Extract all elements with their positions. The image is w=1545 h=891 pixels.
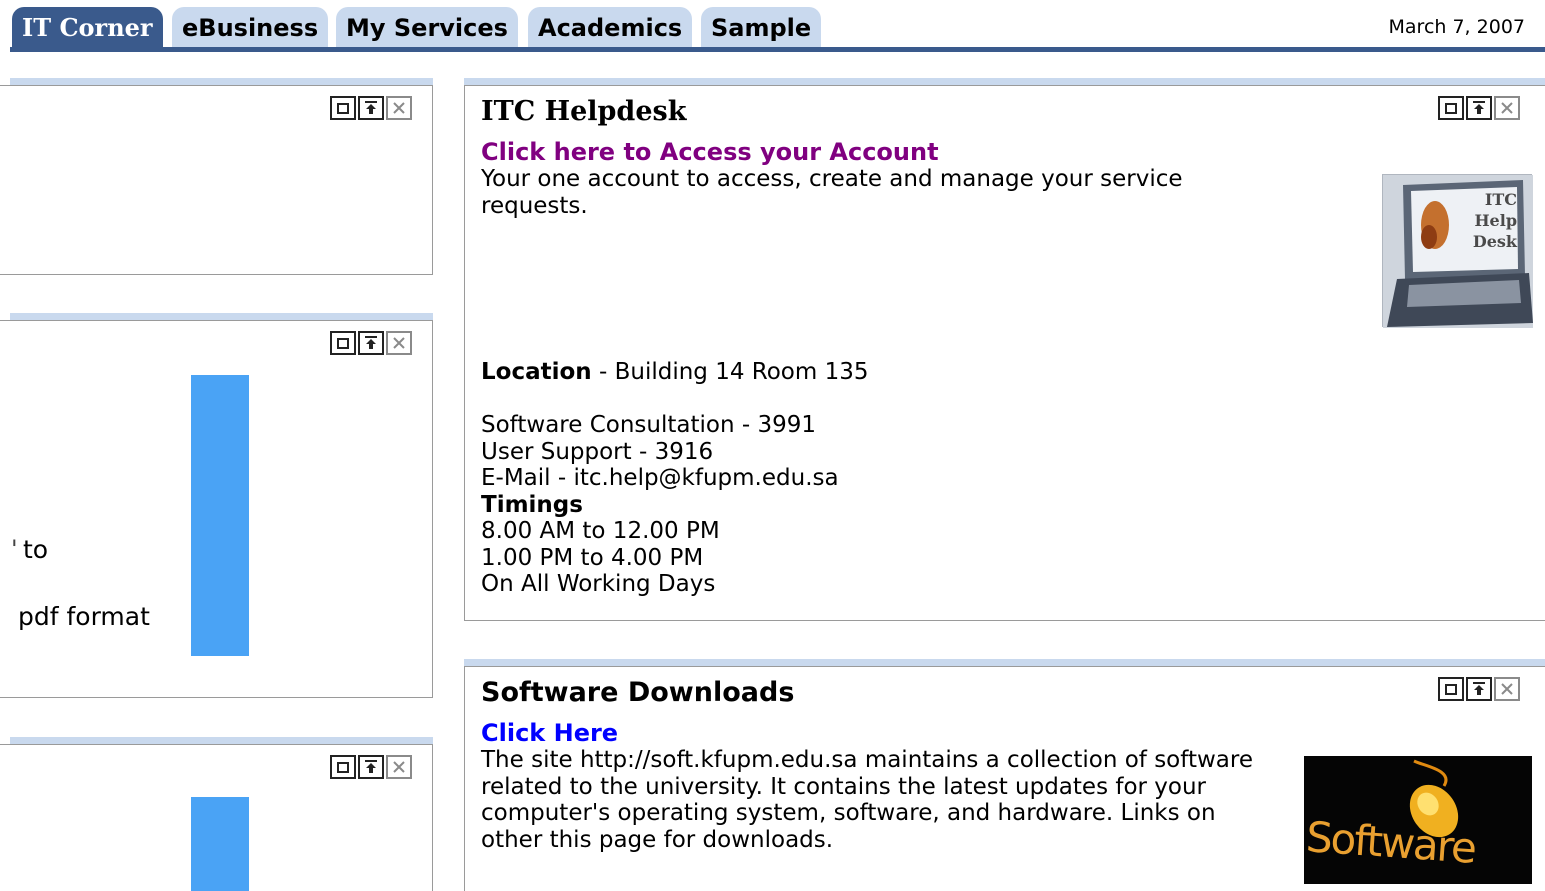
- portlet-controls: [330, 755, 412, 779]
- tab-academics[interactable]: Academics: [528, 7, 693, 49]
- text-mark: ': [11, 535, 18, 563]
- location-label: Location: [481, 359, 592, 385]
- scroll-bar-graphic: [191, 375, 249, 656]
- click-here-link[interactable]: Click Here: [481, 719, 618, 747]
- current-date: March 7, 2007: [1388, 16, 1525, 38]
- minimize-icon[interactable]: [358, 331, 384, 355]
- portlet-controls: [330, 96, 412, 120]
- timing-item: 1.00 PM to 4.00 PM: [481, 544, 704, 571]
- maximize-icon[interactable]: [330, 96, 356, 120]
- tab-sample[interactable]: Sample: [701, 7, 822, 49]
- portlet-controls: [330, 331, 412, 355]
- portlet-header-bar: [10, 313, 433, 320]
- minimize-icon[interactable]: [358, 96, 384, 120]
- text-fragment: pdf format: [18, 602, 150, 631]
- maximize-icon[interactable]: [1438, 677, 1464, 701]
- portlet-title: ITC Helpdesk: [481, 96, 687, 127]
- timing-item: 8.00 AM to 12.00 PM: [481, 518, 720, 544]
- image-caption: ITC Help Desk: [1472, 190, 1517, 251]
- maximize-icon[interactable]: [1438, 96, 1464, 120]
- tab-it-corner[interactable]: IT Corner: [12, 7, 163, 49]
- left-portlet-2: ' to pdf format: [0, 320, 433, 698]
- maximize-icon[interactable]: [330, 331, 356, 355]
- close-icon[interactable]: [1494, 677, 1520, 701]
- contact-item: Software Consultation - 3991: [481, 412, 816, 438]
- tab-ebusiness[interactable]: eBusiness: [172, 7, 329, 49]
- helpdesk-description: Your one account to access, create and m…: [481, 166, 1183, 219]
- tab-my-services[interactable]: My Services: [336, 7, 518, 49]
- helpdesk-laptop-image: ITC Help Desk: [1382, 174, 1533, 328]
- minimize-icon[interactable]: [358, 755, 384, 779]
- portlet-controls: [1438, 677, 1520, 701]
- location-line: Location - Building 14 Room 135: [481, 359, 869, 386]
- text-fragment: to: [23, 535, 49, 564]
- software-description: The site http://soft.kfupm.edu.sa mainta…: [481, 747, 1253, 853]
- portlet-title: Software Downloads: [481, 677, 795, 708]
- minimize-icon[interactable]: [1466, 96, 1492, 120]
- contact-list: Software Consultation - 3991 User Suppor…: [481, 412, 839, 598]
- maximize-icon[interactable]: [330, 755, 356, 779]
- minimize-icon[interactable]: [1466, 677, 1492, 701]
- access-account-link[interactable]: Click here to Access your Account: [481, 138, 939, 166]
- close-icon[interactable]: [386, 96, 412, 120]
- software-image: Software: [1304, 756, 1532, 884]
- itc-helpdesk-portlet: ITC Helpdesk Click here to Access your A…: [464, 85, 1545, 621]
- contact-item: E-Mail - itc.help@kfupm.edu.sa: [481, 465, 839, 491]
- close-icon[interactable]: [386, 755, 412, 779]
- timing-item: On All Working Days: [481, 571, 716, 597]
- portlet-header-bar: [10, 737, 433, 744]
- contact-item: User Support - 3916: [481, 438, 714, 465]
- close-icon[interactable]: [386, 331, 412, 355]
- left-portlet-1: [0, 85, 433, 275]
- location-value: - Building 14 Room 135: [591, 359, 869, 385]
- portlet-controls: [1438, 96, 1520, 120]
- portlet-header-bar: [10, 78, 433, 85]
- portlet-header-bar: [464, 659, 1545, 666]
- close-icon[interactable]: [1494, 96, 1520, 120]
- left-portlet-3: [0, 744, 433, 891]
- software-downloads-portlet: Software Downloads Click Here The site h…: [464, 666, 1545, 891]
- scroll-bar-graphic: [191, 797, 249, 891]
- portlet-header-bar: [464, 78, 1545, 85]
- tab-bar-divider: [10, 47, 1545, 52]
- timings-label: Timings: [481, 491, 583, 518]
- tab-bar: IT Corner eBusiness My Services Academic…: [0, 0, 1545, 52]
